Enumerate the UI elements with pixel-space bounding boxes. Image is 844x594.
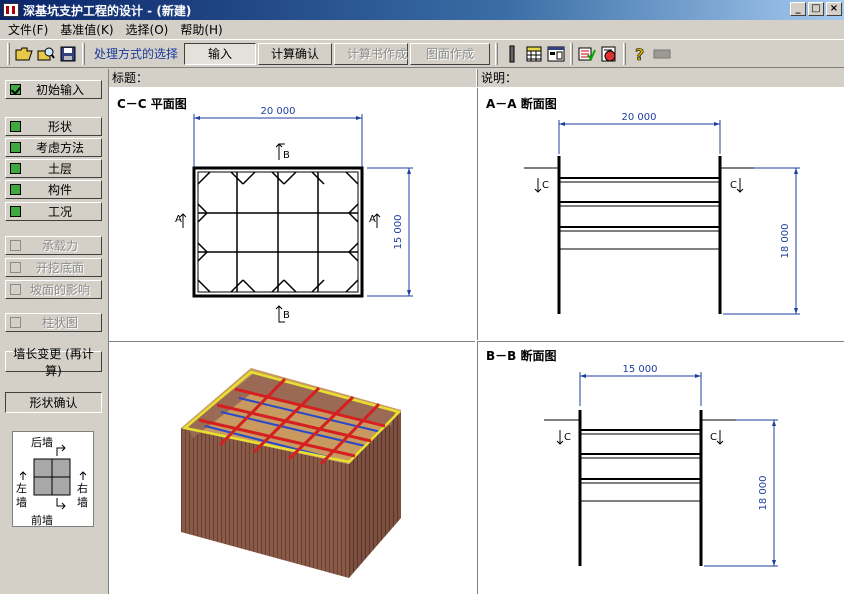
checked-icon bbox=[10, 84, 21, 95]
section-aa-drawing: 20 000 18 000 C C bbox=[524, 112, 800, 315]
plan-view-panel: C－C 平面图 20 000 15 000 B B A A bbox=[109, 88, 475, 340]
shape-confirm-button[interactable]: 形状确认 bbox=[5, 392, 102, 413]
section-bb-cut-right: C bbox=[710, 432, 717, 443]
soil-layer-button[interactable]: 土层 bbox=[5, 159, 102, 178]
maximize-button[interactable]: □ bbox=[808, 2, 824, 16]
create-drawing-button[interactable]: 图面作成 bbox=[410, 42, 491, 65]
report-stamp-icon[interactable] bbox=[598, 43, 620, 65]
cut-b-top: B bbox=[283, 150, 290, 161]
initial-input-button[interactable]: 初始输入 bbox=[5, 80, 102, 99]
process-mode-label: 处理方式的选择 bbox=[94, 47, 179, 61]
save-icon[interactable] bbox=[57, 43, 79, 65]
method-button[interactable]: 考虑方法 bbox=[5, 138, 102, 157]
cut-b-bottom: B bbox=[283, 310, 290, 321]
description-header: 说明： bbox=[477, 69, 844, 87]
toolbar: 处理方式的选择 输入 计算确认 计算书作成 图面作成 ? bbox=[0, 39, 844, 68]
menu-file[interactable]: 文件(F) bbox=[2, 21, 54, 38]
window-layout-icon[interactable] bbox=[545, 43, 567, 65]
compass-diagram bbox=[19, 444, 87, 510]
toolbar-separator bbox=[495, 42, 499, 65]
section-bb-depth-label: 18 000 bbox=[758, 476, 769, 511]
section-aa-panel: A－A 断面图 20 000 18 000 C C bbox=[477, 88, 844, 340]
wall-orientation-compass: 后墙 前墙 左 墙 右 墙 bbox=[12, 431, 94, 527]
toolbar-separator bbox=[570, 42, 574, 65]
empty-box-icon bbox=[10, 317, 21, 328]
plan-width-label: 20 000 bbox=[261, 106, 296, 117]
create-calc-report-button[interactable]: 计算书作成 bbox=[334, 42, 409, 65]
status-box-icon bbox=[651, 43, 673, 65]
section-bb-cut-left: C bbox=[564, 432, 571, 443]
section-aa-width-label: 20 000 bbox=[622, 112, 657, 123]
menu-bar: 文件(F) 基准值(K) 选择(O) 帮助(H) bbox=[0, 20, 844, 39]
left-panel: 初始输入 形状 考虑方法 土层 构件 工况 承载力 开挖底面 坡面的影响 柱状图… bbox=[0, 69, 107, 594]
title-header: 标题： bbox=[109, 69, 476, 87]
plan-height-label: 15 000 bbox=[393, 215, 404, 250]
slope-effect-button[interactable]: 坡面的影响 bbox=[5, 280, 102, 299]
section-aa-cut-left: C bbox=[542, 180, 549, 191]
open-folder-icon[interactable] bbox=[13, 43, 35, 65]
3d-excavation-model bbox=[181, 368, 402, 578]
search-file-icon[interactable] bbox=[35, 43, 57, 65]
excavation-bottom-button[interactable]: 开挖底面 bbox=[5, 258, 102, 277]
green-box-icon bbox=[10, 142, 21, 153]
wall-length-recalc-button[interactable]: 墙长变更 (再计算) bbox=[5, 347, 102, 378]
bearing-capacity-button[interactable]: 承载力 bbox=[5, 236, 102, 255]
title-bar: 深基坑支护工程的设计 - (新建) _ □ × bbox=[0, 0, 844, 20]
help-icon[interactable]: ? bbox=[629, 43, 651, 65]
section-aa-depth-label: 18 000 bbox=[780, 224, 791, 259]
shape-button[interactable]: 形状 bbox=[5, 117, 102, 136]
empty-box-icon bbox=[10, 284, 21, 295]
3d-view-panel bbox=[109, 341, 475, 594]
cut-a-left: A bbox=[175, 214, 182, 225]
menu-help[interactable]: 帮助(H) bbox=[174, 21, 228, 38]
green-box-icon bbox=[10, 121, 21, 132]
minimize-button[interactable]: _ bbox=[790, 2, 806, 16]
main-area: 标题： 说明： C－C 平面图 20 000 15 000 B B A A A－… bbox=[108, 69, 844, 594]
green-box-icon bbox=[10, 184, 21, 195]
stage-button[interactable]: 工况 bbox=[5, 202, 102, 221]
empty-box-icon bbox=[10, 240, 21, 251]
svg-text:?: ? bbox=[635, 45, 644, 63]
member-button[interactable]: 构件 bbox=[5, 180, 102, 199]
menu-baseline[interactable]: 基准值(K) bbox=[54, 21, 119, 38]
cut-a-right: A bbox=[369, 214, 376, 225]
toolbar-separator bbox=[623, 42, 627, 65]
toolbar-grip[interactable] bbox=[7, 42, 10, 65]
toolbar-separator bbox=[82, 42, 85, 65]
app-icon bbox=[3, 3, 19, 17]
menu-select[interactable]: 选择(O) bbox=[120, 21, 175, 38]
close-button[interactable]: × bbox=[826, 2, 842, 16]
section-aa-cut-right: C bbox=[730, 180, 737, 191]
checklist-icon[interactable] bbox=[576, 43, 598, 65]
section-bb-width-label: 15 000 bbox=[623, 364, 658, 375]
calc-confirm-button[interactable]: 计算确认 bbox=[258, 42, 333, 65]
window-title: 深基坑支护工程的设计 - (新建) bbox=[23, 3, 192, 18]
input-button[interactable]: 输入 bbox=[184, 42, 257, 65]
table-icon[interactable] bbox=[523, 43, 545, 65]
column-chart-button[interactable]: 柱状图 bbox=[5, 313, 102, 332]
empty-box-icon bbox=[10, 262, 21, 273]
section-bb-panel: B－B 断面图 15 000 18 000 C C bbox=[477, 341, 844, 594]
plan-view-drawing: 20 000 15 000 B B A A bbox=[175, 106, 413, 323]
section-bb-drawing: 15 000 18 000 C C bbox=[544, 364, 778, 567]
green-box-icon bbox=[10, 163, 21, 174]
column-icon[interactable] bbox=[501, 43, 523, 65]
green-box-icon bbox=[10, 206, 21, 217]
